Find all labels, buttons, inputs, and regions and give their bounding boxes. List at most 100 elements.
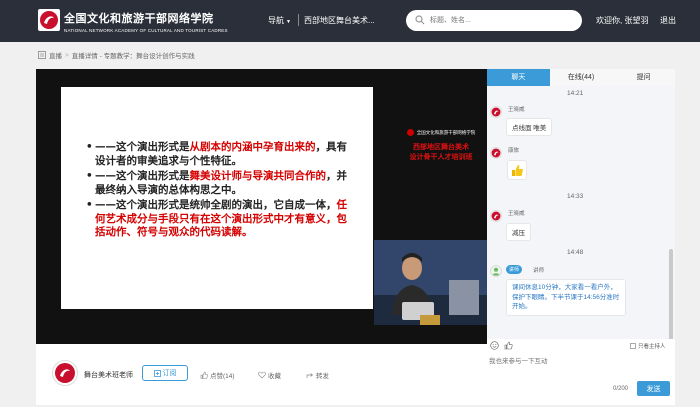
- welcome-text: 欢迎你, 张望羽: [596, 16, 649, 25]
- message-sender: 康旅: [508, 148, 520, 154]
- message-sender: 讲师: [533, 268, 545, 274]
- slide-text: ——这个演出形式是: [95, 141, 190, 153]
- role-badge: 讲师: [506, 265, 523, 274]
- academy-logo[interactable]: [38, 9, 60, 31]
- player-brand-small-text: 全国文化和旅游干部网络学院: [416, 129, 476, 135]
- tab-online[interactable]: 在线(44): [550, 69, 613, 86]
- only-host-toggle[interactable]: 只看主持人: [630, 342, 666, 350]
- avatar: [490, 265, 502, 277]
- search-input[interactable]: [430, 14, 570, 27]
- tab-questions[interactable]: 提问: [612, 69, 675, 86]
- emoji-icon[interactable]: [490, 341, 499, 350]
- subscribe-label: 订阅: [162, 370, 177, 377]
- breadcrumb: 直播 > 直播详情 - 专题教学：舞台设计创作与实践: [38, 50, 195, 60]
- chat-input[interactable]: [489, 355, 669, 377]
- only-host-checkbox[interactable]: [630, 343, 636, 349]
- presenter-video-image: [374, 240, 487, 325]
- message-sender: 王晓威: [508, 107, 525, 113]
- send-button[interactable]: 发送: [637, 381, 670, 396]
- bullet-dot-icon: •: [86, 170, 93, 182]
- player-brand: 全国文化和旅游干部网络学院 西部地区舞台美术 设计骨干人才培训班: [406, 129, 476, 162]
- slide-bullet-text: ——这个演出形式是从剧本的内涵中孕育出来的，具有设计者的审美追求与个性特征。: [95, 141, 356, 168]
- chat-toolbar: 只看主持人: [487, 339, 675, 353]
- bullet-dot-icon: •: [86, 199, 93, 211]
- slide-highlight-text: 舞美设计师与导演共同合作的: [189, 170, 327, 182]
- avatar: [490, 210, 502, 222]
- academy-name-cn: 全国文化和旅游干部网络学院: [64, 12, 214, 25]
- player-brand-title: 西部地区舞台美术 设计骨干人才培训班: [406, 142, 476, 162]
- message-time: 14:21: [567, 90, 584, 97]
- user-avatar-icon: [491, 107, 501, 117]
- slide-bullet: • ——这个演出形式是舞美设计师与导演共同合作的，并最终纳入导演的总体构思之中。: [86, 170, 356, 197]
- chat-scrollbar[interactable]: [669, 249, 673, 339]
- search-box[interactable]: [406, 10, 582, 31]
- like-label: 点赞(14): [210, 373, 235, 380]
- subscribe-button[interactable]: 订阅: [142, 365, 188, 381]
- slide-text: ——这个演出形式是: [95, 170, 190, 182]
- message-bubble: [507, 160, 527, 180]
- message-time: 14:33: [567, 193, 584, 200]
- like-button[interactable]: 点赞(14): [200, 370, 235, 380]
- avatar: [490, 106, 502, 118]
- bullet-dot-icon: •: [86, 141, 93, 153]
- message-sender: 王晓威: [508, 211, 525, 217]
- slide-highlight-text: 从剧本的内涵中孕育出来的: [189, 141, 316, 153]
- caret-down-icon: ▼: [286, 19, 291, 25]
- video-player[interactable]: • ——这个演出形式是从剧本的内涵中孕育出来的，具有设计者的审美追求与个性特征。 •…: [36, 69, 487, 344]
- slide-bullet: • ——这个演出形式是从剧本的内涵中孕育出来的，具有设计者的审美追求与个性特征。: [86, 141, 356, 168]
- presenter-camera: [374, 240, 487, 325]
- logout-link[interactable]: 退出: [660, 15, 676, 26]
- region-link[interactable]: 西部地区舞台美术...: [304, 15, 375, 26]
- player-brand-title-line1: 西部地区舞台美术: [413, 142, 469, 151]
- only-host-label: 只看主持人: [638, 344, 666, 350]
- academy-avatar-icon: [55, 363, 75, 383]
- share-label: 转发: [316, 373, 329, 380]
- thumbs-up-emoji-icon: [511, 164, 523, 176]
- course-info-bar: 舞台美术班老师 订阅 点赞(14) 收藏 转发: [36, 344, 487, 405]
- academy-logo-icon: [40, 11, 58, 29]
- subscribe-icon: [153, 369, 161, 377]
- slide-bullet-text: ——这个演出形式是舞美设计师与导演共同合作的，并最终纳入导演的总体构思之中。: [95, 170, 356, 197]
- top-header: 全国文化和旅游干部网络学院 NATIONAL NETWORK ACADEMY O…: [0, 0, 700, 42]
- academy-mini-logo-icon: [406, 129, 414, 136]
- teacher-name[interactable]: 舞台美术班老师: [84, 370, 133, 380]
- user-avatar-icon: [491, 211, 501, 221]
- breadcrumb-item-live[interactable]: 直播: [49, 50, 62, 60]
- message-bubble: 减压: [506, 223, 531, 241]
- favorite-button[interactable]: 收藏: [258, 370, 281, 380]
- avatar[interactable]: [52, 360, 78, 386]
- slide-bullet-text: ——这个演出形式是统帅全剧的演出，它自成一体，任何艺术成分与手段只有在这个演出形…: [95, 199, 356, 240]
- slide-text: ——这个演出形式是统帅全剧的演出，它自成一体，: [95, 199, 337, 211]
- search-icon: [415, 15, 425, 25]
- breadcrumb-item-detail: 直播详情 - 专题教学：舞台设计创作与实践: [71, 53, 195, 60]
- chat-input-area: 0/200 发送: [487, 353, 675, 405]
- player-brand-small: 全国文化和旅游干部网络学院: [406, 129, 476, 136]
- list-icon: [38, 51, 46, 59]
- char-counter: 0/200: [613, 386, 629, 392]
- heart-icon: [258, 371, 266, 379]
- favorite-label: 收藏: [268, 373, 281, 380]
- thumbs-up-icon: [200, 371, 208, 379]
- slide-bullet: • ——这个演出形式是统帅全剧的演出，它自成一体，任何艺术成分与手段只有在这个演出…: [86, 199, 356, 240]
- nav-label: 导航: [268, 16, 284, 25]
- user-avatar-icon: [491, 148, 501, 158]
- panel-tabs: 聊天 在线(44) 提问: [487, 69, 675, 86]
- breadcrumb-separator: >: [65, 51, 69, 59]
- teacher-avatar-icon: [492, 267, 500, 276]
- tab-chat[interactable]: 聊天: [487, 69, 550, 86]
- message-time: 14:48: [567, 249, 584, 256]
- share-button[interactable]: 转发: [306, 370, 329, 380]
- player-brand-title-line2: 设计骨干人才培训班: [409, 152, 473, 161]
- message-bubble: 点线面 唯美: [506, 118, 553, 136]
- thumbs-up-icon[interactable]: [504, 341, 513, 350]
- slide-bullets: • ——这个演出形式是从剧本的内涵中孕育出来的，具有设计者的审美追求与个性特征。 •…: [86, 141, 356, 242]
- avatar: [490, 147, 502, 159]
- message-bubble: 课间休息10分钟，大家看一看户外，保护下眼睛。下半节课于14:56分准时开始。: [506, 279, 626, 316]
- nav-divider: [298, 14, 299, 26]
- nav-dropdown[interactable]: 导航 ▼: [268, 15, 291, 26]
- chat-messages[interactable]: 14:21 王晓威 点线面 唯美 康旅 14:33 王晓威 减压 14:48 讲…: [487, 86, 675, 339]
- academy-name-en: NATIONAL NETWORK ACADEMY OF CULTURAL AND…: [64, 28, 228, 33]
- academy-name: 全国文化和旅游干部网络学院 NATIONAL NETWORK ACADEMY O…: [64, 10, 228, 33]
- lecture-slide: • ——这个演出形式是从剧本的内涵中孕育出来的，具有设计者的审美追求与个性特征。 •…: [61, 87, 373, 309]
- interaction-panel: 聊天 在线(44) 提问 14:21 王晓威 点线面 唯美 康旅 14:33 王…: [487, 69, 675, 405]
